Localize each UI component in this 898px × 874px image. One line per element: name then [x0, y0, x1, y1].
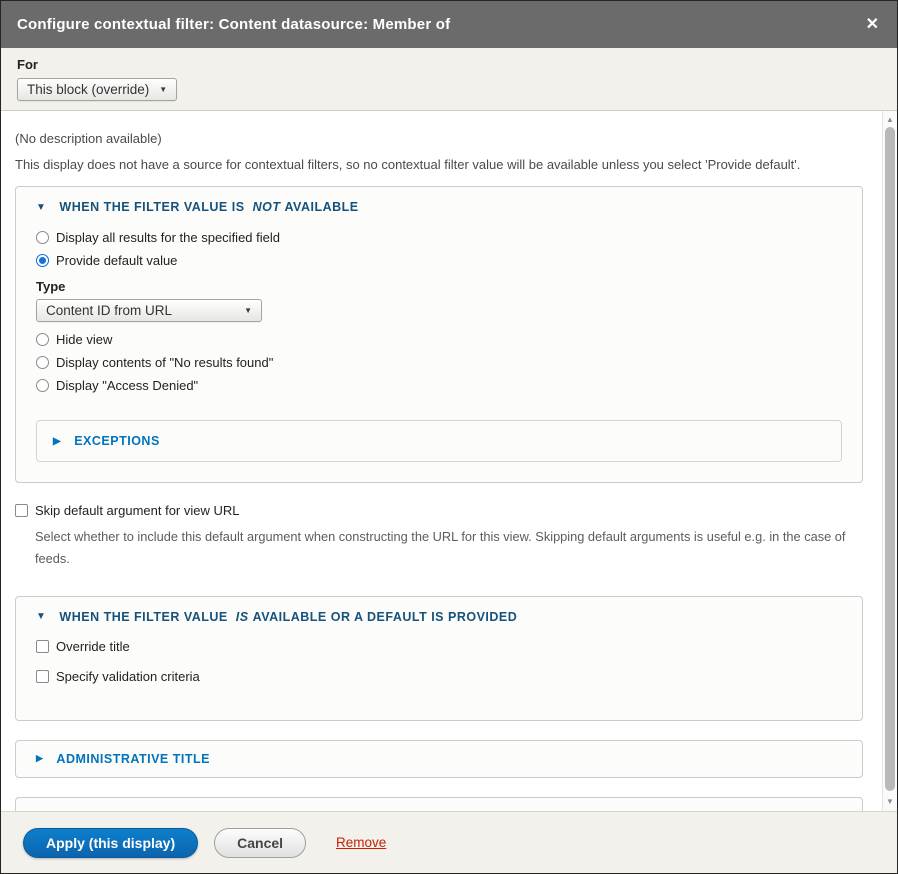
radio-row-access-denied: Display "Access Denied" — [36, 378, 842, 393]
radio-no-results[interactable] — [36, 356, 49, 369]
expanded-triangle-icon: ▼ — [36, 202, 46, 213]
radio-display-all-results[interactable] — [36, 231, 49, 244]
remove-link[interactable]: Remove — [336, 835, 386, 850]
fieldset-exceptions: ▶ EXCEPTIONS — [36, 420, 842, 462]
checkbox-skip-default[interactable] — [15, 504, 28, 517]
dialog-body: (No description available) This display … — [1, 111, 897, 811]
fieldset-more-legend[interactable]: ▶ MORE — [36, 809, 842, 811]
radio-row-hide-view: Hide view — [36, 332, 842, 347]
dialog-footer: Apply (this display) Cancel Remove — [1, 811, 897, 873]
checkbox-override-title[interactable] — [36, 640, 49, 653]
fieldset-not-available-legend[interactable]: ▼ WHEN THE FILTER VALUE IS NOT AVAILABLE — [36, 200, 842, 214]
radio-label-provide-default[interactable]: Provide default value — [56, 253, 177, 268]
fieldset-filter-available: ▼ WHEN THE FILTER VALUE IS AVAILABLE OR … — [15, 596, 863, 721]
collapsed-triangle-icon: ▶ — [53, 436, 61, 447]
radio-row-no-results: Display contents of "No results found" — [36, 355, 842, 370]
legend-text-suffix: AVAILABLE OR A DEFAULT IS PROVIDED — [253, 610, 518, 624]
legend-text-emphasis: NOT — [253, 200, 281, 214]
for-section: For This block (override) ▼ — [1, 48, 897, 111]
radio-label-no-results[interactable]: Display contents of "No results found" — [56, 355, 273, 370]
no-description-text: (No description available) — [15, 131, 865, 146]
legend-text-suffix: AVAILABLE — [284, 200, 358, 214]
checkbox-validation-criteria[interactable] — [36, 670, 49, 683]
collapsed-triangle-icon: ▶ — [36, 810, 43, 811]
admin-title-legend-text: ADMINISTRATIVE TITLE — [56, 752, 210, 766]
legend-text-prefix: WHEN THE FILTER VALUE — [59, 610, 227, 624]
collapsed-triangle-icon: ▶ — [36, 753, 43, 764]
fieldset-exceptions-legend[interactable]: ▶ EXCEPTIONS — [53, 434, 825, 448]
checkbox-row-override-title: Override title — [36, 639, 842, 654]
dropdown-arrow-icon: ▼ — [244, 306, 252, 315]
default-action-options: Display all results for the specified fi… — [36, 230, 842, 393]
skip-default-label[interactable]: Skip default argument for view URL — [35, 503, 239, 518]
exceptions-legend-text: EXCEPTIONS — [74, 434, 160, 448]
dropdown-arrow-icon: ▼ — [159, 85, 167, 94]
type-label: Type — [36, 279, 842, 294]
legend-text-prefix: WHEN THE FILTER VALUE IS — [59, 200, 244, 214]
radio-label-access-denied[interactable]: Display "Access Denied" — [56, 378, 198, 393]
close-icon[interactable]: ✕ — [864, 13, 881, 37]
scroll-down-icon[interactable]: ▼ — [883, 795, 897, 809]
radio-hide-view[interactable] — [36, 333, 49, 346]
for-label: For — [17, 57, 881, 72]
scrollbar-thumb[interactable] — [885, 127, 895, 791]
dialog-body-content: (No description available) This display … — [1, 111, 897, 811]
cancel-button[interactable]: Cancel — [214, 828, 306, 858]
dialog-titlebar: Configure contextual filter: Content dat… — [1, 1, 897, 48]
radio-row-provide-default: Provide default value — [36, 253, 842, 268]
more-legend-text: MORE — [56, 809, 96, 811]
validation-criteria-label[interactable]: Specify validation criteria — [56, 669, 200, 684]
radio-label-hide-view[interactable]: Hide view — [56, 332, 112, 347]
type-select-value: Content ID from URL — [46, 303, 172, 318]
radio-row-all-results: Display all results for the specified fi… — [36, 230, 842, 245]
override-title-label[interactable]: Override title — [56, 639, 130, 654]
scroll-up-icon[interactable]: ▲ — [883, 113, 897, 127]
checkbox-row-validation-criteria: Specify validation criteria — [36, 669, 842, 684]
radio-label-all-results[interactable]: Display all results for the specified fi… — [56, 230, 280, 245]
fieldset-admin-title-legend[interactable]: ▶ ADMINISTRATIVE TITLE — [36, 752, 842, 766]
expanded-triangle-icon: ▼ — [36, 611, 46, 622]
display-source-note: This display does not have a source for … — [15, 157, 865, 172]
skip-default-row: Skip default argument for view URL — [15, 503, 865, 518]
fieldset-available-legend[interactable]: ▼ WHEN THE FILTER VALUE IS AVAILABLE OR … — [36, 610, 842, 624]
configure-contextual-filter-dialog: Configure contextual filter: Content dat… — [0, 0, 898, 874]
radio-provide-default[interactable] — [36, 254, 49, 267]
dialog-title: Configure contextual filter: Content dat… — [17, 16, 864, 33]
apply-button[interactable]: Apply (this display) — [23, 828, 198, 858]
skip-default-description: Select whether to include this default a… — [35, 526, 865, 571]
legend-text-emphasis: IS — [236, 610, 249, 624]
fieldset-filter-not-available: ▼ WHEN THE FILTER VALUE IS NOT AVAILABLE… — [15, 186, 863, 483]
for-select-value: This block (override) — [27, 82, 149, 97]
default-type-select[interactable]: Content ID from URL ▼ — [36, 299, 262, 322]
fieldset-more: ▶ MORE — [15, 797, 863, 811]
fieldset-administrative-title: ▶ ADMINISTRATIVE TITLE — [15, 740, 863, 778]
for-display-select[interactable]: This block (override) ▼ — [17, 78, 177, 101]
vertical-scrollbar[interactable]: ▲ ▼ — [882, 111, 897, 811]
radio-access-denied[interactable] — [36, 379, 49, 392]
